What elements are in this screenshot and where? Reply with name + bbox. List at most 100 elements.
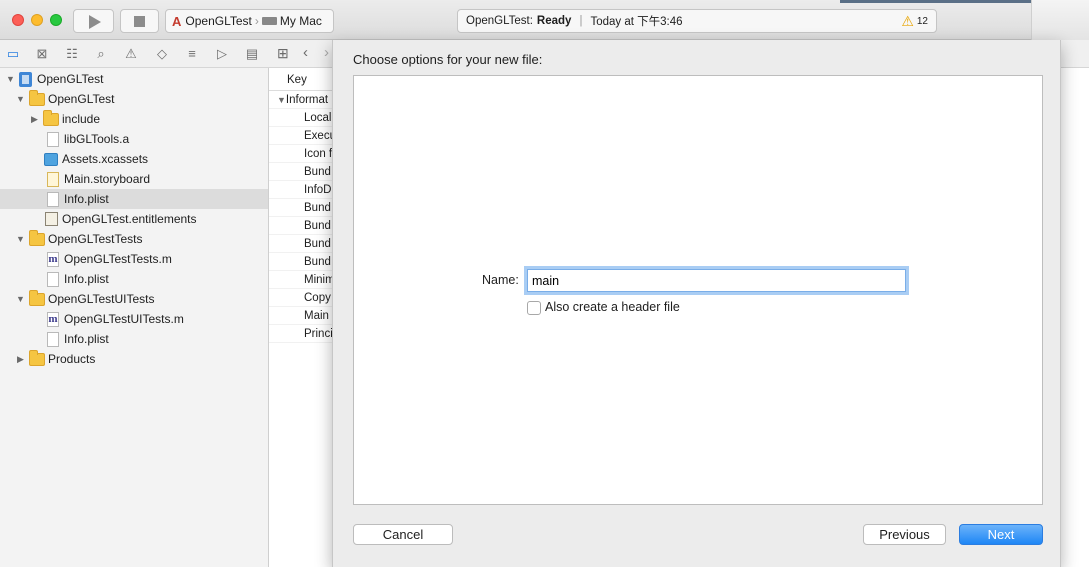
plist-row[interactable]: Copy	[269, 289, 332, 307]
plist-row[interactable]: Execu	[269, 127, 332, 145]
folder-icon	[29, 289, 45, 306]
folder-icon	[43, 109, 59, 126]
disclosure-collapsed-icon[interactable]: ▶	[30, 114, 39, 125]
navigator-item-label: OpenGLTest	[37, 72, 104, 86]
navigator-item[interactable]: ▶ Products	[0, 349, 268, 369]
project-navigator-icon[interactable]: ▭	[5, 46, 21, 62]
scheme-target[interactable]: OpenGLTest	[185, 14, 251, 28]
file-name-input[interactable]	[527, 269, 906, 292]
mac-device-icon	[261, 17, 277, 25]
xcode-app-icon: A	[172, 13, 182, 29]
file-icon	[47, 271, 59, 287]
navigator-item-selected[interactable]: Info.plist	[0, 189, 268, 209]
plist-row[interactable]: Bund	[269, 199, 332, 217]
navigator-item-label: Products	[48, 352, 96, 366]
navigator-item[interactable]: ▼ OpenGLTest	[0, 69, 268, 89]
breakpoint-navigator-icon[interactable]: ▷	[214, 46, 230, 62]
status-time: Today at 下午3:46	[590, 16, 683, 28]
navigator-item-label: OpenGLTest	[48, 92, 115, 106]
plist-row[interactable]: Icon f	[269, 145, 332, 163]
navigator-item[interactable]: ▶ include	[0, 109, 268, 129]
objc-file-icon: m	[47, 251, 59, 267]
forward-arrow-icon[interactable]: ›	[324, 44, 329, 61]
disclosure-expanded-icon[interactable]: ▼	[16, 94, 25, 104]
folder-icon	[29, 229, 45, 246]
disclosure-expanded-icon[interactable]: ▼	[277, 95, 286, 105]
back-arrow-icon[interactable]: ‹	[303, 44, 308, 61]
file-icon	[47, 131, 59, 147]
zoom-window-button[interactable]	[50, 14, 62, 26]
storyboard-icon	[47, 171, 59, 187]
navigator-item-label: Info.plist	[64, 192, 109, 206]
navigator-item[interactable]: libGLTools.a	[0, 129, 268, 149]
navigator-selector-bar: ▭ ⊠ ☷ ⌕ ⚠ ◇ ≡ ▷ ▤	[0, 40, 269, 68]
navigator-item-label: OpenGLTestUITests.m	[64, 312, 184, 326]
navigator-item[interactable]: m OpenGLTestUITests.m	[0, 309, 268, 329]
navigator-item[interactable]: m OpenGLTestTests.m	[0, 249, 268, 269]
plist-row[interactable]: Main	[269, 307, 332, 325]
scheme-device[interactable]: My Mac	[280, 14, 322, 28]
asset-catalog-icon	[44, 152, 58, 166]
navigator-item[interactable]: Assets.xcassets	[0, 149, 268, 169]
stop-button[interactable]	[120, 9, 159, 33]
plist-row[interactable]: InfoD	[269, 181, 332, 199]
plist-row[interactable]: Bund	[269, 235, 332, 253]
plist-row[interactable]: Princi	[269, 325, 332, 343]
disclosure-expanded-icon[interactable]: ▼	[6, 74, 15, 84]
play-icon	[89, 15, 101, 29]
status-state: Ready	[536, 15, 572, 27]
report-navigator-icon[interactable]: ▤	[244, 46, 260, 62]
source-control-navigator-icon[interactable]: ⊠	[34, 46, 50, 62]
disclosure-collapsed-icon[interactable]: ▶	[16, 354, 25, 365]
window-toolbar: A OpenGLTest › My Mac OpenGLTest: Ready …	[0, 0, 1089, 40]
debug-navigator-icon[interactable]: ≡	[184, 46, 200, 62]
navigator-item-label: OpenGLTestUITests	[48, 292, 155, 306]
file-icon	[47, 331, 59, 347]
status-divider: |	[579, 15, 583, 27]
minimize-window-button[interactable]	[31, 14, 43, 26]
chevron-right-icon: ›	[254, 14, 259, 28]
navigator-item[interactable]: ▼ OpenGLTestUITests	[0, 289, 268, 309]
disclosure-expanded-icon[interactable]: ▼	[16, 234, 25, 244]
plist-row[interactable]: Local	[269, 109, 332, 127]
warning-icon: ⚠	[901, 13, 914, 29]
test-navigator-icon[interactable]: ◇	[154, 46, 170, 62]
issue-navigator-icon[interactable]: ⚠	[123, 46, 139, 62]
folder-icon	[29, 89, 45, 106]
navigator-item[interactable]: Info.plist	[0, 329, 268, 349]
objc-file-icon: m	[47, 311, 59, 327]
navigator-item[interactable]: Main.storyboard	[0, 169, 268, 189]
navigator-item-label: OpenGLTestTests.m	[64, 252, 172, 266]
symbol-navigator-icon[interactable]: ☷	[64, 46, 80, 62]
plist-row[interactable]: Minim	[269, 271, 332, 289]
file-icon	[47, 191, 59, 207]
navigator-item-label: Main.storyboard	[64, 172, 151, 186]
plist-key-column-header[interactable]: Key	[269, 70, 332, 91]
plist-row[interactable]: ▼Informat	[269, 91, 332, 109]
sheet-title: Choose options for your new file:	[353, 52, 543, 67]
navigator-item[interactable]: ▼ OpenGLTestTests	[0, 229, 268, 249]
plist-row[interactable]: Bund	[269, 253, 332, 271]
navigator-item[interactable]: OpenGLTest.entitlements	[0, 209, 268, 229]
stop-icon	[134, 16, 145, 27]
related-items-icon[interactable]: ⊞	[277, 45, 289, 62]
previous-button[interactable]: Previous	[863, 524, 946, 545]
options-panel: Name: Also create a header file	[353, 75, 1043, 505]
search-icon[interactable]: ⌕	[93, 46, 109, 62]
run-button[interactable]	[73, 9, 114, 33]
create-header-checkbox[interactable]	[527, 301, 541, 315]
warnings-indicator[interactable]: ⚠ 12	[901, 14, 928, 28]
plist-row[interactable]: Bund	[269, 163, 332, 181]
next-button[interactable]: Next	[959, 524, 1043, 545]
plist-row[interactable]: Bund	[269, 217, 332, 235]
disclosure-expanded-icon[interactable]: ▼	[16, 294, 25, 304]
name-label: Name:	[482, 273, 519, 287]
navigator-item-label: Info.plist	[64, 272, 109, 286]
close-window-button[interactable]	[12, 14, 24, 26]
cancel-button[interactable]: Cancel	[353, 524, 453, 545]
navigator-item-label: Assets.xcassets	[62, 152, 149, 166]
navigator-item[interactable]: Info.plist	[0, 269, 268, 289]
create-header-label[interactable]: Also create a header file	[545, 300, 680, 314]
navigator-item[interactable]: ▼ OpenGLTest	[0, 89, 268, 109]
scheme-selector[interactable]: A OpenGLTest › My Mac	[165, 9, 334, 33]
